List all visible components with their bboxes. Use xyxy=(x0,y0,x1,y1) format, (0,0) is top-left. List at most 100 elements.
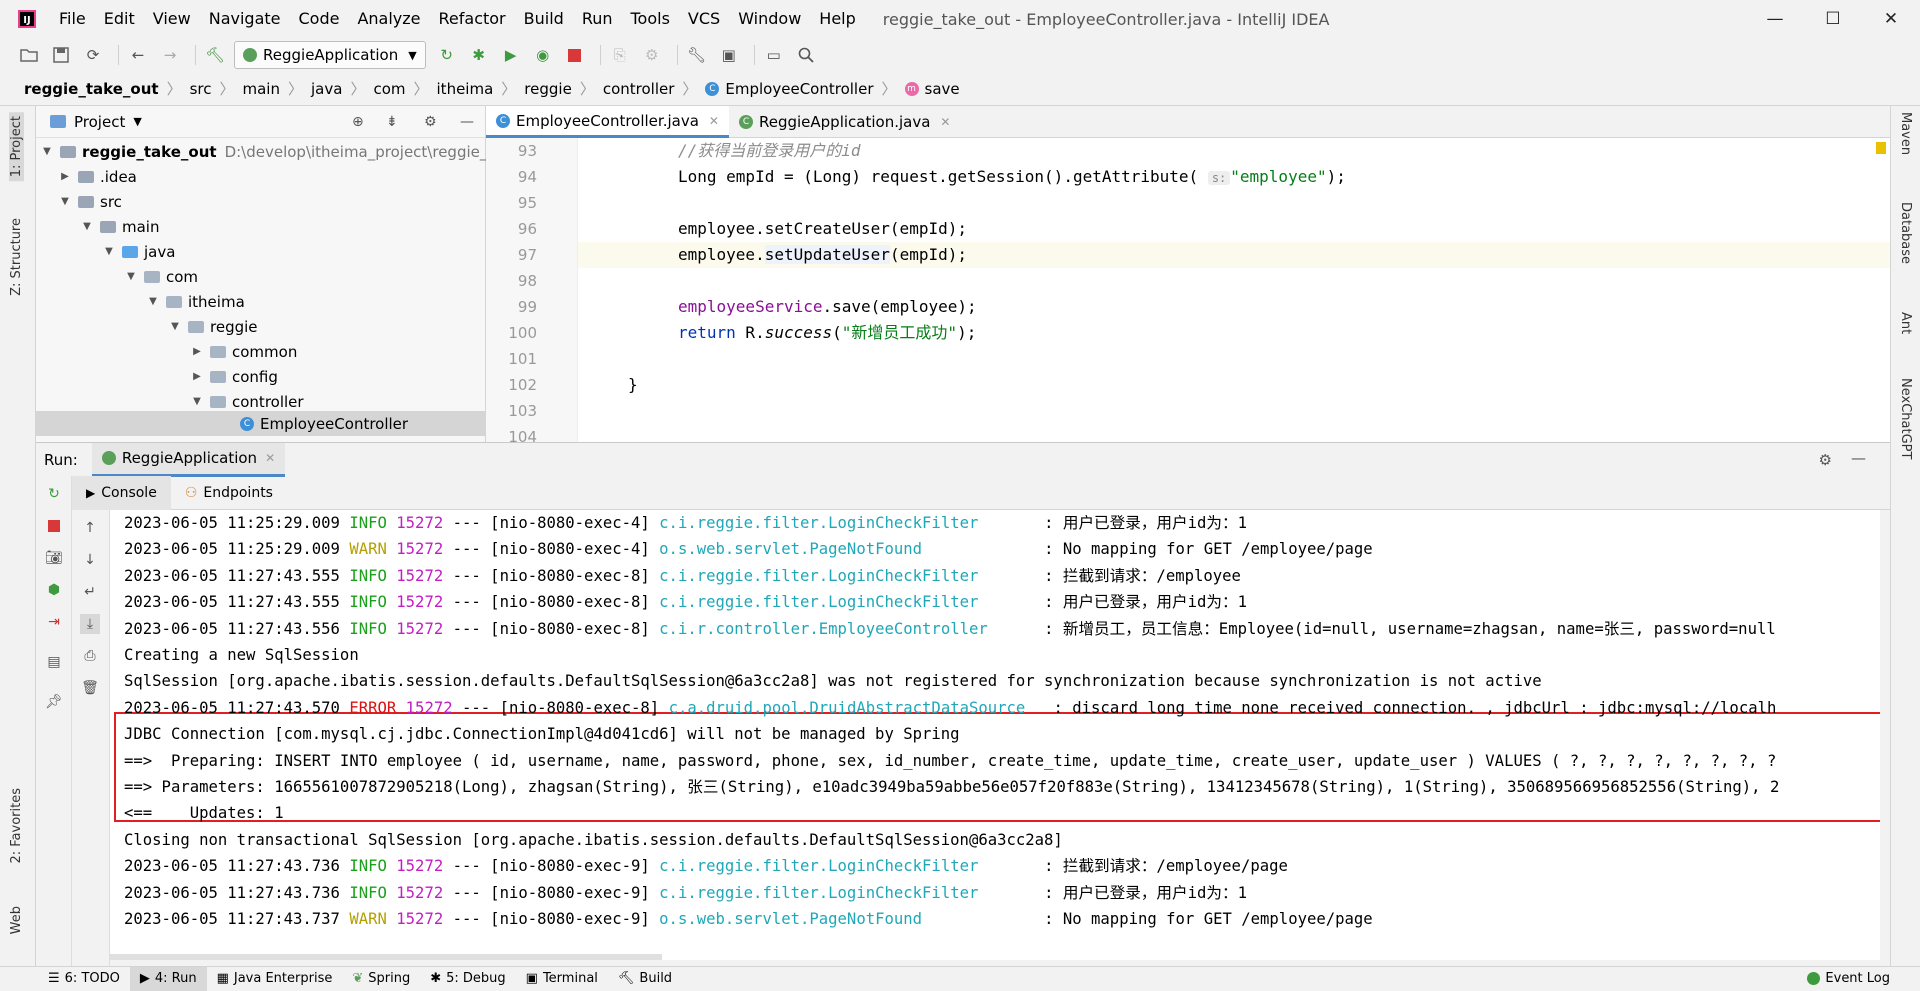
warning-marker-icon[interactable] xyxy=(1876,142,1886,154)
code-editor[interactable]: 93 94 95 96 97 98 99 100 101 102 103 104… xyxy=(486,138,1890,446)
tool-tab-favorites[interactable]: 2: Favorites xyxy=(9,788,24,864)
menu-view[interactable]: View xyxy=(144,0,200,38)
subtab-console[interactable]: ▶ Console xyxy=(72,475,171,510)
breadcrumb-item[interactable]: itheima xyxy=(437,80,494,98)
layout-icon[interactable]: ▤ xyxy=(44,652,64,672)
breadcrumb-item[interactable]: C EmployeeController xyxy=(705,80,873,98)
tool-spring[interactable]: ❦ Spring xyxy=(342,967,420,991)
settings-debug-icon[interactable]: ⚙ xyxy=(639,42,665,68)
menu-file[interactable]: File xyxy=(50,0,95,38)
forward-arrow-icon[interactable]: → xyxy=(157,42,183,68)
stop-icon[interactable] xyxy=(562,42,588,68)
tree-item-root[interactable]: ▼ reggie_take_out D:\develop\itheima_proj… xyxy=(36,139,502,164)
breadcrumb-item[interactable]: controller xyxy=(603,80,675,98)
menu-window[interactable]: Window xyxy=(729,0,810,38)
expand-arrow-icon[interactable]: ▼ xyxy=(80,221,94,232)
breadcrumb-item[interactable]: com xyxy=(373,80,405,98)
menu-run[interactable]: Run xyxy=(573,0,622,38)
close-button[interactable]: ✕ xyxy=(1862,0,1920,38)
tool-debug[interactable]: ✱ 5: Debug xyxy=(420,967,515,991)
tool-todo[interactable]: ☰ 6: TODO xyxy=(38,967,130,991)
tool-tab-web[interactable]: Web xyxy=(9,906,24,934)
locate-icon[interactable]: ⊕ xyxy=(352,114,364,130)
menu-vcs[interactable]: VCS xyxy=(679,0,729,38)
open-folder-icon[interactable] xyxy=(16,42,42,68)
tab-reggie-application[interactable]: C ReggieApplication.java ✕ xyxy=(729,106,961,138)
sync-icon[interactable]: ⟳ xyxy=(80,42,106,68)
tool-tab-ant[interactable]: Ant xyxy=(1898,312,1913,334)
scroll-up-icon[interactable]: ↑ xyxy=(80,518,100,538)
close-tab-icon[interactable]: ✕ xyxy=(940,115,950,129)
expand-arrow-icon[interactable]: ▼ xyxy=(40,146,54,157)
tree-item-reggie[interactable]: ▼ reggie xyxy=(36,314,257,339)
project-structure-icon[interactable]: ▣ xyxy=(716,42,742,68)
menu-tools[interactable]: Tools xyxy=(622,0,679,38)
print-icon[interactable]: ⎙ xyxy=(80,646,100,666)
close-tab-icon[interactable]: ✕ xyxy=(265,451,275,465)
tab-employee-controller[interactable]: C EmployeeController.java ✕ xyxy=(486,106,729,138)
trash-icon[interactable]: 🗑︎ xyxy=(80,678,100,698)
tool-build[interactable]: 🔨︎ Build xyxy=(608,967,682,991)
exit-icon[interactable]: ⇥ xyxy=(44,612,64,632)
search-icon[interactable] xyxy=(793,42,819,68)
camera-icon[interactable]: 📷︎ xyxy=(44,548,64,568)
hide-icon[interactable]: — xyxy=(460,114,474,130)
coverage-icon[interactable]: ▶ xyxy=(498,42,524,68)
maximize-button[interactable]: ☐ xyxy=(1804,0,1862,38)
breadcrumb-item[interactable]: main xyxy=(243,80,280,98)
menu-refactor[interactable]: Refactor xyxy=(430,0,515,38)
menu-help[interactable]: Help xyxy=(810,0,864,38)
update-icon[interactable]: ⬢ xyxy=(44,580,64,600)
back-arrow-icon[interactable]: ← xyxy=(125,42,151,68)
presentation-icon[interactable]: ▭ xyxy=(761,42,787,68)
build-hammer-icon[interactable]: 🔨︎ xyxy=(202,42,228,68)
horizontal-scrollbar[interactable] xyxy=(110,954,662,960)
tree-item-com[interactable]: ▼ com xyxy=(36,264,198,289)
expand-arrow-icon[interactable]: ▶ xyxy=(190,346,204,357)
scroll-down-icon[interactable]: ↓ xyxy=(80,550,100,570)
console-output[interactable]: 2023-06-05 11:25:29.009 INFO 15272 --- [… xyxy=(110,510,1880,960)
tool-tab-database[interactable]: Database xyxy=(1898,202,1913,264)
tree-item-itheima[interactable]: ▼ itheima xyxy=(36,289,245,314)
minimize-button[interactable]: — xyxy=(1746,0,1804,38)
gear-icon[interactable]: ⚙ xyxy=(1819,451,1832,469)
expand-arrow-icon[interactable]: ▼ xyxy=(146,296,160,307)
tool-tab-nexchatgpt[interactable]: NexChatGPT xyxy=(1898,378,1913,459)
menu-analyze[interactable]: Analyze xyxy=(348,0,429,38)
project-panel-title[interactable]: Project xyxy=(74,113,125,131)
subtab-endpoints[interactable]: ⚇ Endpoints xyxy=(171,476,287,510)
breadcrumb-item[interactable]: reggie xyxy=(524,80,572,98)
expand-arrow-icon[interactable]: ▼ xyxy=(168,321,182,332)
menu-edit[interactable]: Edit xyxy=(95,0,144,38)
run-config-select[interactable]: ReggieApplication ▼ xyxy=(234,41,426,69)
run-tab-reggie-application[interactable]: ReggieApplication ✕ xyxy=(91,442,286,477)
pin-icon[interactable]: 📌︎ xyxy=(44,692,64,712)
tree-item-employee-controller[interactable]: C EmployeeController xyxy=(36,411,408,436)
collapse-all-icon[interactable]: ⇟ xyxy=(386,114,398,130)
hide-panel-icon[interactable]: — xyxy=(1851,449,1866,467)
debug-bug-icon[interactable]: ✱ xyxy=(466,42,492,68)
tree-item-idea[interactable]: ▶ .idea xyxy=(36,164,137,189)
tool-java-enterprise[interactable]: ▦ Java Enterprise xyxy=(207,967,343,991)
rerun-icon[interactable]: ↻ xyxy=(44,484,64,504)
tool-tab-structure[interactable]: Z: Structure xyxy=(9,218,24,296)
tool-tab-project[interactable]: 1: Project xyxy=(9,112,24,182)
expand-arrow-icon[interactable]: ▼ xyxy=(58,196,72,207)
breadcrumb-item[interactable]: java xyxy=(311,80,342,98)
expand-arrow-icon[interactable]: ▼ xyxy=(102,246,116,257)
wrench-icon[interactable]: 🔧︎ xyxy=(684,42,710,68)
tree-item-java[interactable]: ▼ java xyxy=(36,239,175,264)
menu-code[interactable]: Code xyxy=(290,0,349,38)
tool-tab-maven[interactable]: Maven xyxy=(1898,112,1913,155)
breadcrumb-item[interactable]: src xyxy=(190,80,212,98)
attach-icon[interactable]: ⎘ xyxy=(607,42,633,68)
stop-icon[interactable] xyxy=(44,516,64,536)
rerun-icon[interactable]: ↻ xyxy=(434,42,460,68)
tool-terminal[interactable]: ▣ Terminal xyxy=(516,967,608,991)
expand-arrow-icon[interactable]: ▶ xyxy=(58,171,72,182)
tree-item-config[interactable]: ▶ config xyxy=(36,364,278,389)
expand-arrow-icon[interactable]: ▶ xyxy=(190,371,204,382)
profile-icon[interactable]: ◉ xyxy=(530,42,556,68)
menu-navigate[interactable]: Navigate xyxy=(200,0,290,38)
soft-wrap-icon[interactable]: ↵ xyxy=(80,582,100,602)
